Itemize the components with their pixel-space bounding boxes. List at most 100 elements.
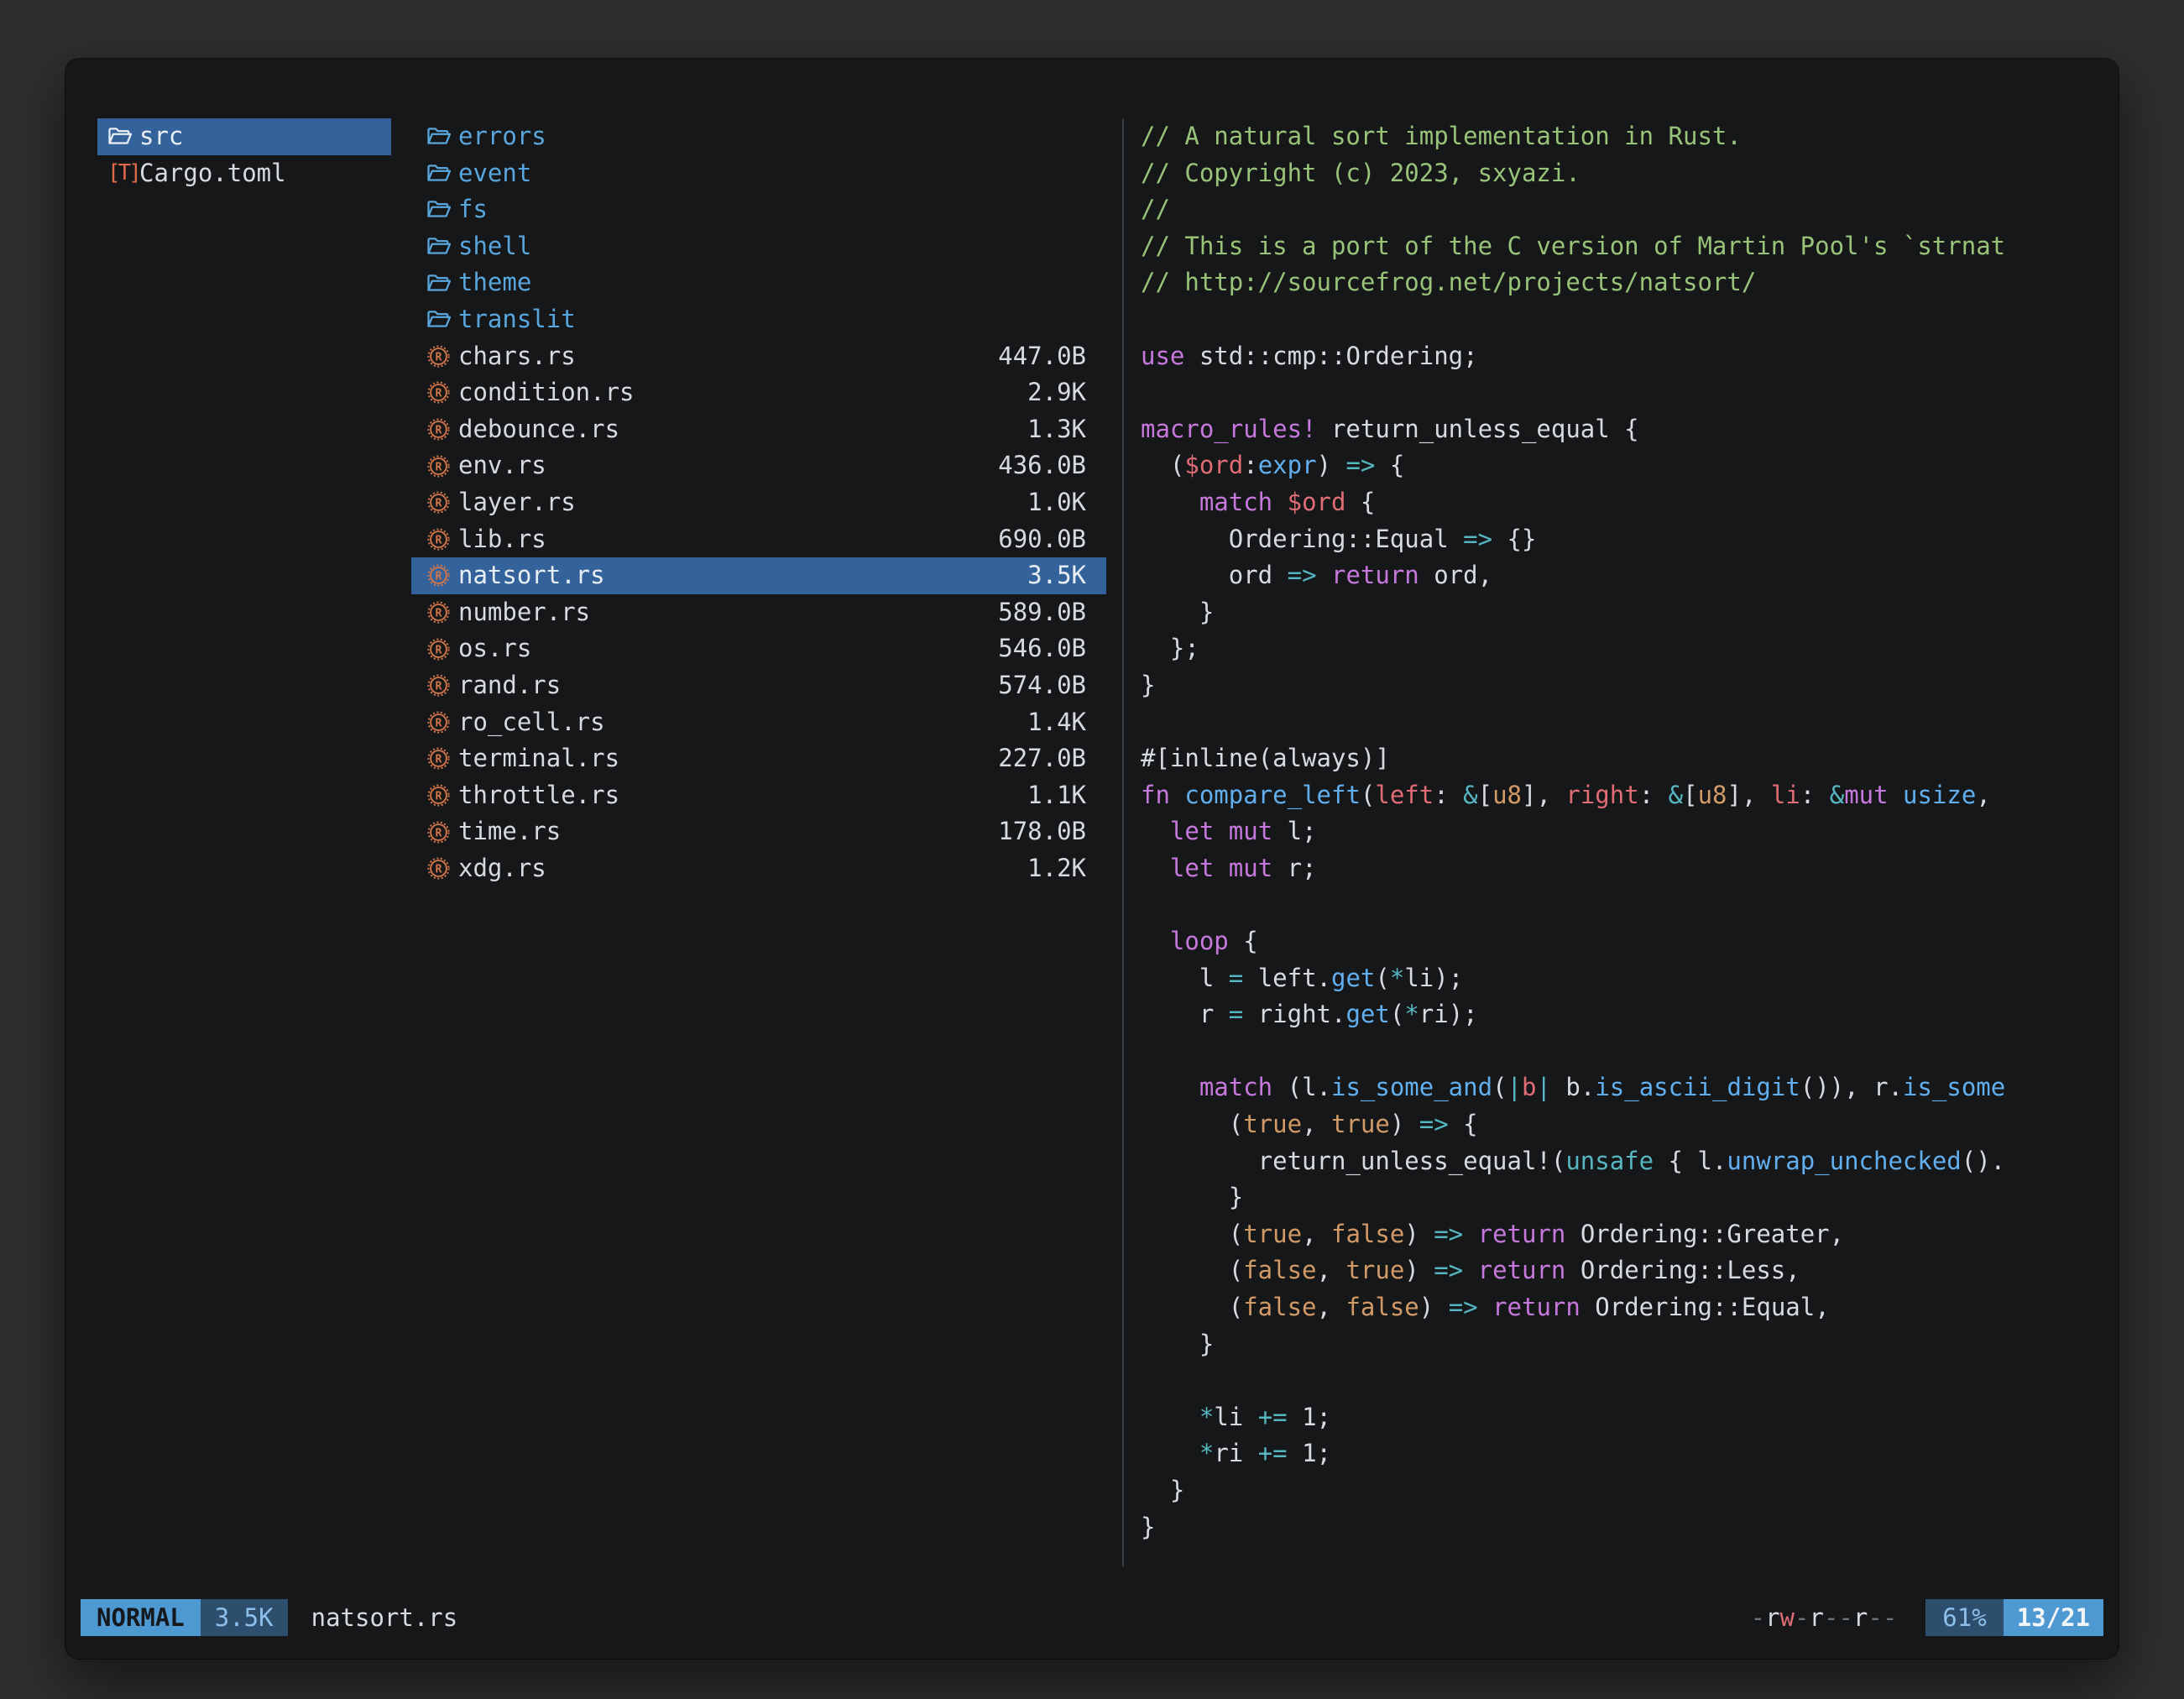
- dir-row-shell[interactable]: shell: [411, 228, 1106, 265]
- entry-size: 1.0K: [1027, 484, 1086, 521]
- code-line: [1141, 374, 2088, 411]
- parent-pane: src[T]Cargo.toml: [97, 118, 391, 1566]
- rust-file-icon: R: [426, 746, 458, 771]
- file-row-chars.rs[interactable]: Rchars.rs447.0B: [411, 338, 1106, 375]
- code-line: macro_rules! return_unless_equal {: [1141, 411, 2088, 448]
- parent-item-Cargo.toml[interactable]: [T]Cargo.toml: [97, 155, 391, 192]
- svg-text:R: R: [436, 534, 442, 546]
- code-line: };: [1141, 630, 2088, 667]
- rust-file-icon: R: [426, 710, 458, 734]
- folder-icon: [426, 273, 458, 294]
- code-line: l = left.get(*li);: [1141, 960, 2088, 997]
- folder-icon: [107, 126, 139, 147]
- file-row-number.rs[interactable]: Rnumber.rs589.0B: [411, 594, 1106, 631]
- file-row-os.rs[interactable]: Ros.rs546.0B: [411, 630, 1106, 667]
- file-row-time.rs[interactable]: Rtime.rs178.0B: [411, 813, 1106, 850]
- rust-file-icon: R: [426, 856, 458, 881]
- current-pane: errorseventfsshellthemetranslitRchars.rs…: [411, 118, 1106, 1566]
- file-size-badge: 3.5K: [201, 1599, 288, 1636]
- dir-row-translit[interactable]: translit: [411, 301, 1106, 338]
- svg-text:R: R: [436, 717, 442, 729]
- file-row-ro_cell.rs[interactable]: Rro_cell.rs1.4K: [411, 704, 1106, 741]
- file-row-lib.rs[interactable]: Rlib.rs690.0B: [411, 521, 1106, 558]
- file-row-condition.rs[interactable]: Rcondition.rs2.9K: [411, 374, 1106, 411]
- code-line: [1141, 301, 2088, 338]
- toml-file-icon: [T]: [107, 155, 139, 192]
- entry-name: theme: [458, 264, 1086, 301]
- code-line: *li += 1;: [1141, 1399, 2088, 1436]
- folder-icon: [426, 309, 458, 330]
- cursor-position-badge: 13/21: [2004, 1599, 2103, 1636]
- code-line: loop {: [1141, 923, 2088, 960]
- entry-name: env.rs: [458, 447, 998, 484]
- file-row-debounce.rs[interactable]: Rdebounce.rs1.3K: [411, 411, 1106, 448]
- rust-file-icon: R: [426, 490, 458, 515]
- entry-name: errors: [458, 118, 1086, 155]
- code-line: [1141, 1033, 2088, 1070]
- entry-size: 436.0B: [998, 447, 1086, 484]
- svg-text:R: R: [436, 461, 442, 473]
- code-line: fn compare_left(left: &[u8], right: &[u8…: [1141, 777, 2088, 814]
- code-line: [1141, 886, 2088, 923]
- code-line: let mut r;: [1141, 850, 2088, 887]
- code-line: (true, false) => return Ordering::Greate…: [1141, 1216, 2088, 1253]
- entry-name: number.rs: [458, 594, 998, 631]
- code-line: // Copyright (c) 2023, sxyazi.: [1141, 155, 2088, 192]
- entry-name: terminal.rs: [458, 740, 998, 777]
- entry-name: event: [458, 155, 1086, 192]
- terminal-window: src[T]Cargo.toml errorseventfsshelltheme…: [65, 59, 2119, 1659]
- code-line: (false, true) => return Ordering::Less,: [1141, 1252, 2088, 1289]
- file-row-terminal.rs[interactable]: Rterminal.rs227.0B: [411, 740, 1106, 777]
- dir-row-event[interactable]: event: [411, 155, 1106, 192]
- status-left: NORMAL 3.5K natsort.rs: [81, 1599, 457, 1636]
- code-line: // http://sourcefrog.net/projects/natsor…: [1141, 264, 2088, 301]
- folder-icon: [426, 126, 458, 147]
- entry-name: debounce.rs: [458, 411, 1027, 448]
- svg-text:R: R: [436, 644, 442, 656]
- entry-name: src: [139, 118, 383, 155]
- code-line: Ordering::Equal => {}: [1141, 521, 2088, 558]
- yazi-panes: src[T]Cargo.toml errorseventfsshelltheme…: [97, 118, 2088, 1566]
- code-line: [1141, 1362, 2088, 1399]
- code-line: [1141, 704, 2088, 741]
- code-line: *ri += 1;: [1141, 1435, 2088, 1472]
- preview-pane: // A natural sort implementation in Rust…: [1141, 118, 2088, 1566]
- status-right: -rw-r--r-- 61% 13/21: [1751, 1599, 2103, 1636]
- svg-text:R: R: [436, 608, 442, 620]
- entry-name: chars.rs: [458, 338, 998, 375]
- rust-file-icon: R: [426, 820, 458, 844]
- code-line: match $ord {: [1141, 484, 2088, 521]
- svg-text:R: R: [436, 791, 442, 803]
- code-line: (true, true) => {: [1141, 1106, 2088, 1143]
- parent-item-src[interactable]: src: [97, 118, 391, 155]
- code-line: ord => return ord,: [1141, 557, 2088, 594]
- rust-file-icon: R: [426, 673, 458, 698]
- dir-row-errors[interactable]: errors: [411, 118, 1106, 155]
- svg-text:R: R: [436, 754, 442, 766]
- file-row-env.rs[interactable]: Renv.rs436.0B: [411, 447, 1106, 484]
- rust-file-icon: R: [426, 380, 458, 405]
- entry-name: rand.rs: [458, 667, 998, 704]
- entry-name: os.rs: [458, 630, 998, 667]
- rust-file-icon: R: [426, 783, 458, 808]
- dir-row-theme[interactable]: theme: [411, 264, 1106, 301]
- file-row-layer.rs[interactable]: Rlayer.rs1.0K: [411, 484, 1106, 521]
- folder-icon: [426, 236, 458, 257]
- code-line: //: [1141, 191, 2088, 228]
- svg-text:R: R: [436, 425, 442, 437]
- file-row-xdg.rs[interactable]: Rxdg.rs1.2K: [411, 850, 1106, 887]
- svg-text:R: R: [436, 681, 442, 693]
- code-line: (false, false) => return Ordering::Equal…: [1141, 1289, 2088, 1326]
- dir-row-fs[interactable]: fs: [411, 191, 1106, 228]
- file-permissions: -rw-r--r--: [1751, 1599, 1898, 1636]
- code-line: // A natural sort implementation in Rust…: [1141, 118, 2088, 155]
- file-row-natsort.rs[interactable]: Rnatsort.rs3.5K: [411, 557, 1106, 594]
- file-row-rand.rs[interactable]: Rrand.rs574.0B: [411, 667, 1106, 704]
- code-line: // This is a port of the C version of Ma…: [1141, 228, 2088, 265]
- entry-name: throttle.rs: [458, 777, 1027, 814]
- file-row-throttle.rs[interactable]: Rthrottle.rs1.1K: [411, 777, 1106, 814]
- scroll-percent-badge: 61%: [1925, 1599, 2003, 1636]
- entry-name: ro_cell.rs: [458, 704, 1027, 741]
- code-line: match (l.is_some_and(|b| b.is_ascii_digi…: [1141, 1069, 2088, 1106]
- code-line: }: [1141, 1509, 2088, 1546]
